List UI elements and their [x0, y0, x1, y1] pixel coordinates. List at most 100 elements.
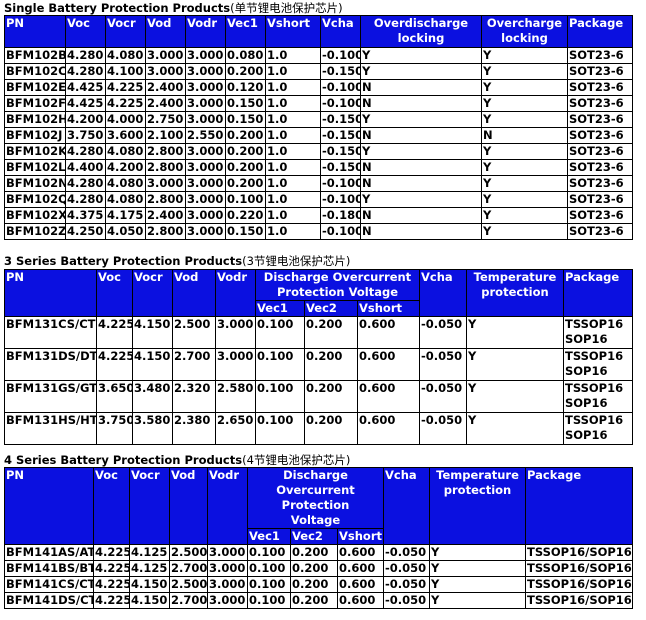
table-cell: Y	[360, 63, 482, 80]
table-row: BFM131HS/HT 3.750 3.580 2.380 2.650 0.100 0.20…	[4, 412, 633, 445]
table-cell: 4.150	[129, 592, 170, 609]
series4-title-en: 4 Series Battery Protection Products	[4, 453, 243, 467]
series3-hdr-vec1: Vec1	[255, 300, 305, 317]
table-cell: 4.225	[96, 316, 133, 349]
table-cell: 4.280	[65, 143, 106, 160]
table-row: BFM102X 4.375 4.175 2.400 3.000 0.220 1.0 -0.18…	[4, 207, 633, 224]
single-title-cn: (单节锂电池保护芯片)	[230, 1, 343, 15]
package-line: TSSOP16	[565, 317, 624, 332]
table-cell: 2.700	[169, 592, 208, 609]
series3-hdr-vocr: Vocr	[132, 269, 173, 317]
table-cell: TSSOP16/SOP16	[525, 544, 634, 561]
table-cell: 0.200	[304, 316, 358, 349]
table-cell: -0.050	[383, 576, 431, 593]
table-cell: 1.0	[265, 223, 321, 240]
table-cell: 4.225	[93, 592, 130, 609]
series3-hdr-discharge: Discharge Overcurrent Protection Voltage	[255, 269, 420, 301]
table-cell: Y	[481, 63, 568, 80]
table-cell: 4.000	[105, 111, 146, 128]
single-title-en: Single Battery Protection Products	[4, 1, 231, 15]
table-cell: -0.150	[320, 63, 361, 80]
table-cell: 0.120	[225, 79, 266, 96]
table-cell: Y	[481, 143, 568, 160]
series3-hdr-vod: Vod	[172, 269, 216, 317]
table-cell: Y	[360, 143, 482, 160]
table-cell: 4.125	[129, 560, 170, 577]
table-cell: 2.580	[215, 380, 256, 413]
package-line: TSSOP16	[565, 349, 624, 364]
table-cell: Y	[481, 111, 568, 128]
series3-hdr-vodr: Vodr	[215, 269, 256, 317]
series4-hdr-vcha: Vcha	[383, 467, 431, 545]
table-cell: 0.200	[290, 560, 338, 577]
series4-hdr-vodr: Vodr	[207, 467, 248, 545]
table-row: BFM102J 3.750 3.600 2.100 2.550 0.200 1.0 -0.15…	[4, 127, 633, 144]
table-cell: -0.050	[383, 544, 431, 561]
single-section-title: Single Battery Protection Products(单节锂电池…	[4, 1, 343, 15]
table-cell: SOT23-6	[567, 223, 633, 240]
table-cell: 3.000	[185, 223, 226, 240]
table-cell: 2.100	[145, 127, 186, 144]
package-line: TSSOP16	[565, 381, 624, 396]
table-cell: 4.280	[65, 63, 106, 80]
table-cell: -0.100	[320, 79, 361, 96]
table-cell: 0.100	[255, 412, 305, 445]
table-cell: 4.225	[93, 544, 130, 561]
single-table-body: BFM102B 4.280 4.080 3.000 3.000 0.080 1.0 -0.10…	[4, 47, 633, 240]
table-cell: 2.700	[172, 348, 216, 381]
table-cell: -0.180	[320, 207, 361, 224]
table-cell: Y	[466, 412, 564, 445]
series3-section-title: 3 Series Battery Protection Products(3节锂…	[4, 254, 350, 268]
table-cell: 1.0	[265, 127, 321, 144]
table-cell: 3.000	[145, 175, 186, 192]
table-row: BFM102N 4.280 4.080 3.000 3.000 0.200 1.0 -0.10…	[4, 175, 633, 192]
table-cell: Y	[429, 544, 527, 561]
table-cell: Y	[481, 223, 568, 240]
table-cell: 4.225	[93, 576, 130, 593]
table-cell: TSSOP16/SOP16	[525, 592, 634, 609]
table-cell: SOT23-6	[567, 159, 633, 176]
table-cell: 3.000	[185, 175, 226, 192]
table-row: BFM102L 4.400 4.200 2.800 3.000 0.200 1.0 -0.15…	[4, 159, 633, 176]
table-cell: 2.400	[145, 79, 186, 96]
table-row: BFM141CS/CT 4.225 4.150 2.500 3.000 0.100 0.20…	[4, 576, 634, 593]
package-line: SOP16	[565, 332, 608, 346]
single-hdr-overcharge: Overcharge locking	[481, 15, 568, 48]
table-cell: 0.200	[304, 348, 358, 381]
table-cell: 0.100	[255, 348, 305, 381]
table-cell: 4.225	[93, 560, 130, 577]
table-cell: 2.500	[169, 544, 208, 561]
table-cell: Y	[429, 560, 527, 577]
table-cell: TSSOP16 SOP16	[563, 348, 633, 381]
table-cell: -0.050	[419, 348, 467, 381]
table-cell: -0.100	[320, 175, 361, 192]
table-cell: 3.000	[145, 63, 186, 80]
table-cell: 4.150	[132, 348, 173, 381]
table-cell: TSSOP16 SOP16	[563, 316, 633, 349]
series3-products-table: PN Voc Vocr Vod Vodr Discharge Overcurre…	[4, 269, 633, 445]
table-cell: N	[360, 223, 482, 240]
series4-products-table: PN Voc Vocr Vod Vodr Discharge Overcurre…	[4, 467, 634, 609]
table-cell: 0.200	[225, 159, 266, 176]
table-cell: BFM102H	[4, 111, 66, 128]
table-cell: N	[360, 127, 482, 144]
table-cell: 4.200	[65, 111, 106, 128]
table-cell: 3.000	[145, 47, 186, 64]
table-cell: 0.600	[357, 412, 420, 445]
series3-header-row: PN Voc Vocr Vod Vodr Discharge Overcurre…	[4, 269, 633, 317]
table-cell: 3.750	[65, 127, 106, 144]
series4-hdr-temp: Temperature protection	[429, 467, 527, 545]
series4-hdr-vshort: Vshort	[336, 528, 385, 545]
table-cell: 0.600	[336, 560, 385, 577]
single-hdr-package: Package	[567, 15, 633, 48]
table-cell: 4.175	[105, 207, 146, 224]
table-cell: -0.050	[383, 560, 431, 577]
table-cell: 4.225	[105, 79, 146, 96]
table-cell: N	[360, 79, 482, 96]
table-cell: 0.100	[255, 380, 305, 413]
series3-hdr-vec2: Vec2	[304, 300, 358, 317]
table-cell: BFM102K	[4, 143, 66, 160]
table-cell: 3.480	[132, 380, 173, 413]
table-cell: 1.0	[265, 95, 321, 112]
table-cell: 0.600	[357, 316, 420, 349]
